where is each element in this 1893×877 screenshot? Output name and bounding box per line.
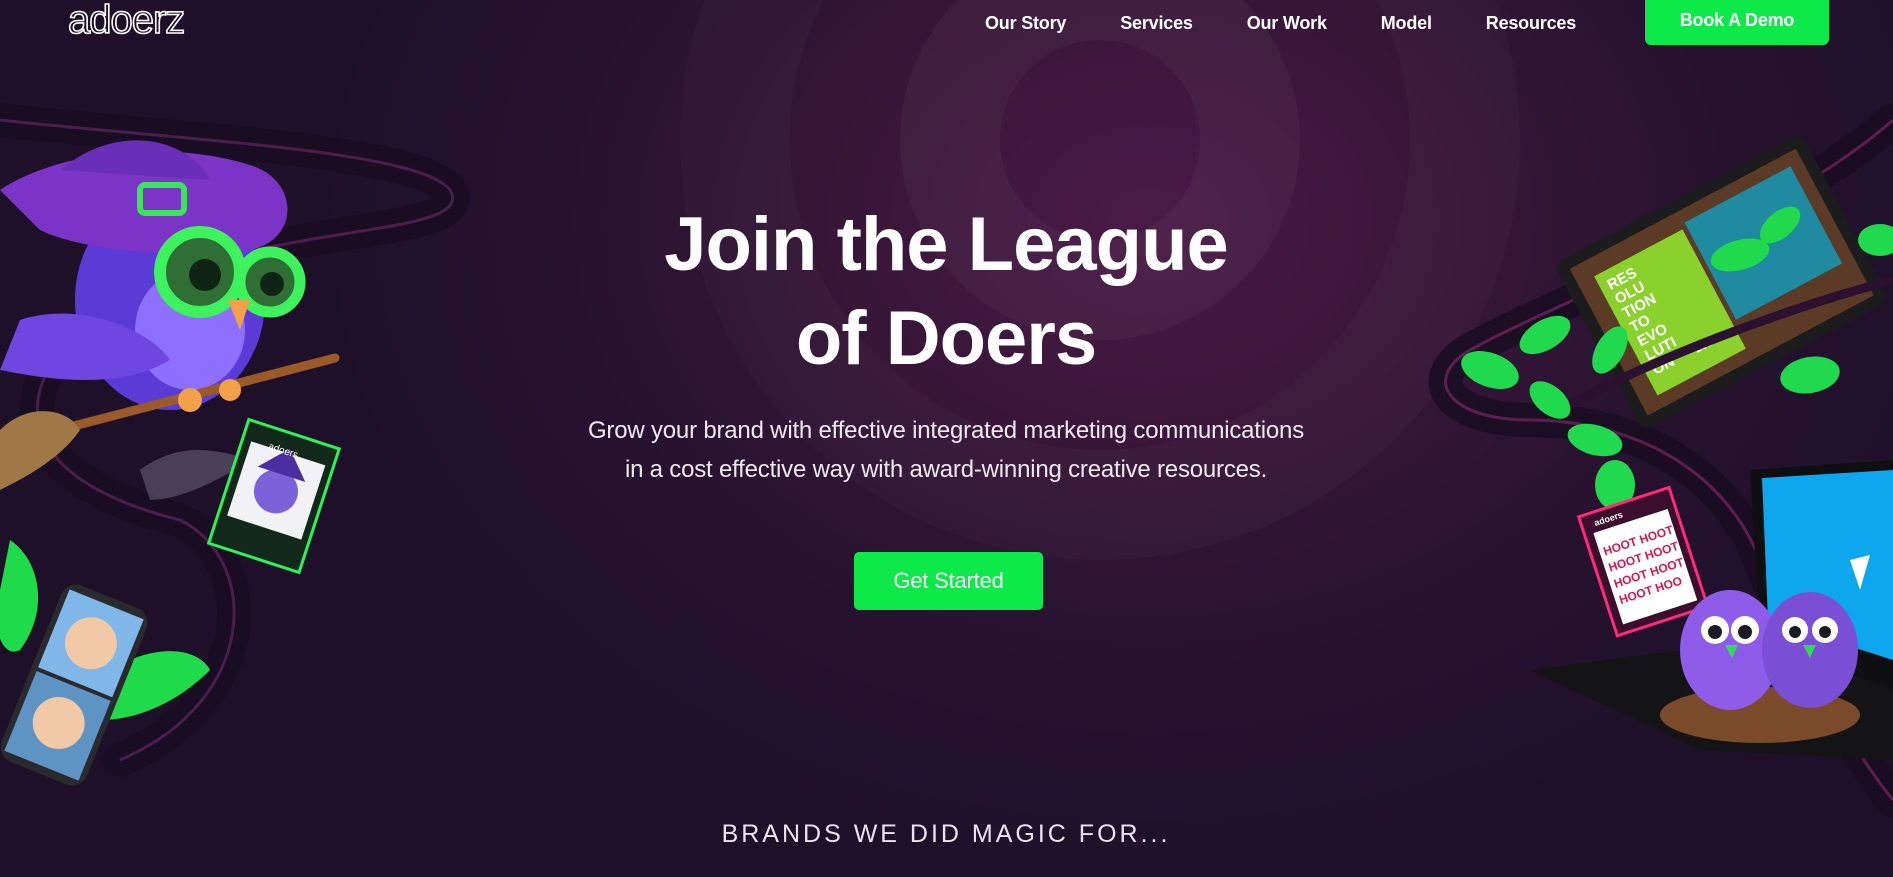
page: adoers RES OLU TION TO EVO LUTI ON 2017 …: [0, 0, 1893, 877]
nav-our-work[interactable]: Our Work: [1247, 3, 1327, 43]
book-demo-button[interactable]: Book A Demo: [1645, 0, 1829, 45]
hero-title-line2: of Doers: [795, 296, 1097, 381]
brands-heading: BRANDS WE DID MAGIC FOR...: [721, 820, 1171, 848]
hero-title-line1: Join the League: [664, 202, 1229, 287]
nav-model[interactable]: Model: [1381, 3, 1432, 43]
hero-subtitle: Grow your brand with effective integrate…: [496, 411, 1396, 489]
nav-services[interactable]: Services: [1120, 3, 1193, 43]
hero-subtitle-line2: in a cost effective way with award-winni…: [624, 456, 1268, 483]
hero-subtitle-line1: Grow your brand with effective integrate…: [587, 417, 1305, 444]
hero-title: Join the League of Doers: [546, 198, 1346, 386]
green-wing-left: [0, 540, 39, 652]
logo[interactable]: adoerz: [68, 0, 244, 40]
svg-text:adoerz: adoerz: [68, 0, 184, 40]
get-started-button[interactable]: Get Started: [854, 552, 1043, 610]
main-nav: Our Story Services Our Work Model Resour…: [985, 0, 1576, 46]
nav-our-story[interactable]: Our Story: [985, 3, 1066, 43]
nav-resources[interactable]: Resources: [1486, 3, 1576, 43]
